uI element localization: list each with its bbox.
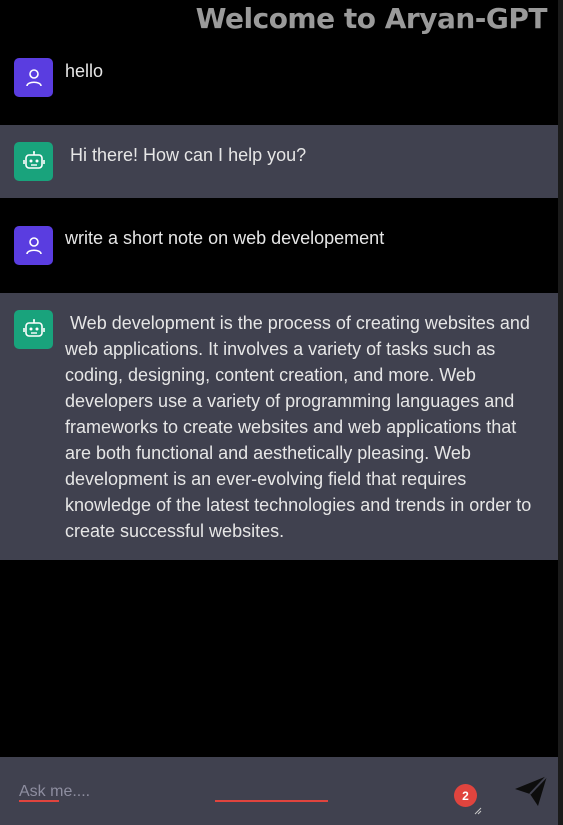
user-avatar xyxy=(14,226,53,265)
robot-icon xyxy=(22,150,45,169)
user-avatar xyxy=(14,58,53,97)
message-text: hello xyxy=(65,61,104,81)
message-row-user: hello xyxy=(0,50,558,108)
robot-icon xyxy=(22,318,45,337)
bot-avatar xyxy=(14,310,53,349)
scroll-marker-icon xyxy=(558,60,563,74)
message-row-ai: Hi there! How can I help you? xyxy=(0,125,558,198)
message-row-ai: Web development is the process of creati… xyxy=(0,293,558,560)
scroll-marker-icon xyxy=(558,583,563,597)
page-title: Welcome to Aryan-GPT xyxy=(195,2,548,35)
spellcheck-underline xyxy=(19,800,59,802)
user-icon xyxy=(25,236,42,254)
send-icon[interactable] xyxy=(512,773,550,809)
bot-avatar xyxy=(14,142,53,181)
message-text: Web development is the process of creati… xyxy=(65,313,537,541)
chat-container: Welcome to Aryan-GPT hello Hi there! How… xyxy=(0,0,558,757)
notification-badge[interactable]: 2 xyxy=(454,784,477,807)
message-text: write a short note on web developement xyxy=(65,228,385,248)
resize-grip-icon[interactable] xyxy=(474,807,482,815)
spellcheck-underline xyxy=(215,800,328,802)
scrollbar[interactable] xyxy=(558,0,563,825)
message-row-user: write a short note on web developement xyxy=(0,215,558,275)
composer-bar: 2 xyxy=(0,757,558,825)
message-text: Hi there! How can I help you? xyxy=(65,145,307,165)
user-icon xyxy=(25,68,42,86)
